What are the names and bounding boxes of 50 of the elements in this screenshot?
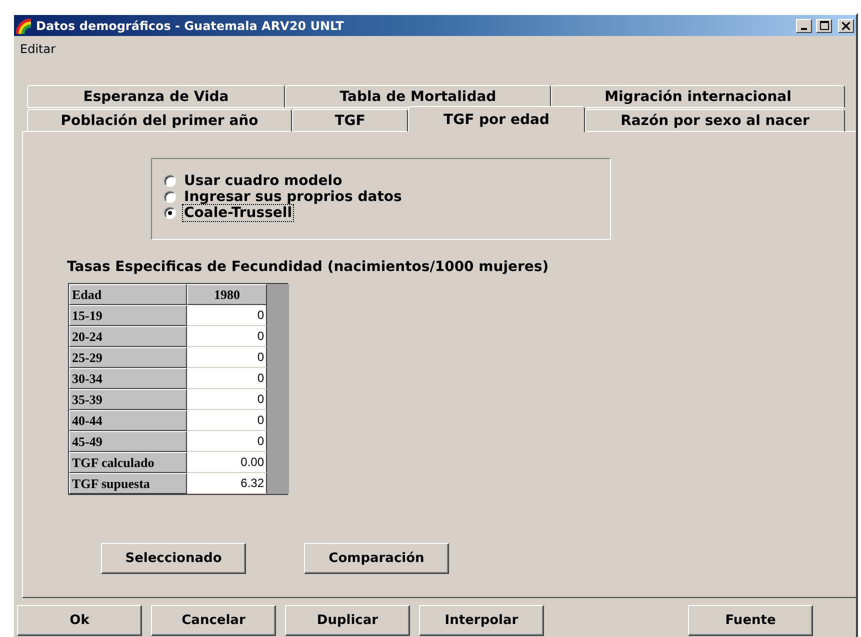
table-cell[interactable]: 0 [187,347,267,368]
row-header: TGF calculado [69,452,187,473]
window-title: Datos demográficos - Guatemala ARV20 UNLT [36,18,345,32]
table-cell[interactable]: 0.00 [187,452,267,473]
rainbow-icon [16,18,32,34]
table-cell[interactable]: 6.32 [187,473,267,494]
row-header: 15-19 [69,305,187,326]
tab[interactable]: Tabla de Mortalidad [285,85,551,108]
row-header: 30-34 [69,368,187,389]
row-header: 35-39 [69,389,187,410]
tab[interactable]: Razón por sexo al nacer [585,109,845,132]
table-cell[interactable]: 0 [187,326,267,347]
panel-button[interactable]: Seleccionado [101,543,246,574]
table-caption: Tasas Especificas de Fecundidad (nacimientos/1000 mujeres) [67,259,550,275]
table-cell[interactable]: 0 [187,431,267,452]
radio-button[interactable] [164,191,176,203]
tab[interactable]: TGF [292,109,408,132]
table-cell[interactable]: 0 [187,410,267,431]
dialog-button[interactable]: Interpolar [419,605,544,636]
tab[interactable]: TGF por edad [408,106,585,132]
minimize-icon [801,28,807,30]
close-button[interactable] [838,18,854,32]
option-label[interactable]: Usar cuadro modelo [182,172,344,190]
option-label[interactable]: Ingresar sus proprios datos [182,188,404,206]
tab[interactable]: Esperanza de Vida [27,85,285,108]
row-header: 40-44 [69,410,187,431]
table-cell[interactable]: 0 [187,389,267,410]
tab[interactable]: Población del primer año [27,109,292,132]
maximize-button[interactable] [816,18,832,32]
table-cell[interactable]: 0 [187,368,267,389]
dialog-button[interactable]: Ok [17,605,142,636]
close-icon [842,22,850,30]
tab[interactable]: Migración internacional [551,85,845,108]
row-header: TGF supuesta [69,473,187,494]
row-header: 20-24 [69,326,187,347]
radio-button[interactable] [164,175,176,187]
dialog-button[interactable]: Cancelar [151,605,276,636]
radio-button[interactable] [164,207,176,219]
row-header: 25-29 [69,347,187,368]
table-cell[interactable]: 0 [187,305,267,326]
panel-button[interactable]: Comparación [304,543,449,574]
minimize-button[interactable] [796,18,812,32]
dialog-button[interactable]: Fuente [688,605,813,636]
row-header: 45-49 [69,431,187,452]
column-header: Edad [69,284,187,305]
dialog-button[interactable]: Duplicar [285,605,410,636]
option-label[interactable]: Coale-Trussell [182,204,294,222]
column-header: 1980 [187,284,267,305]
menu-item[interactable]: Editar [20,42,56,60]
maximize-icon [820,21,828,30]
